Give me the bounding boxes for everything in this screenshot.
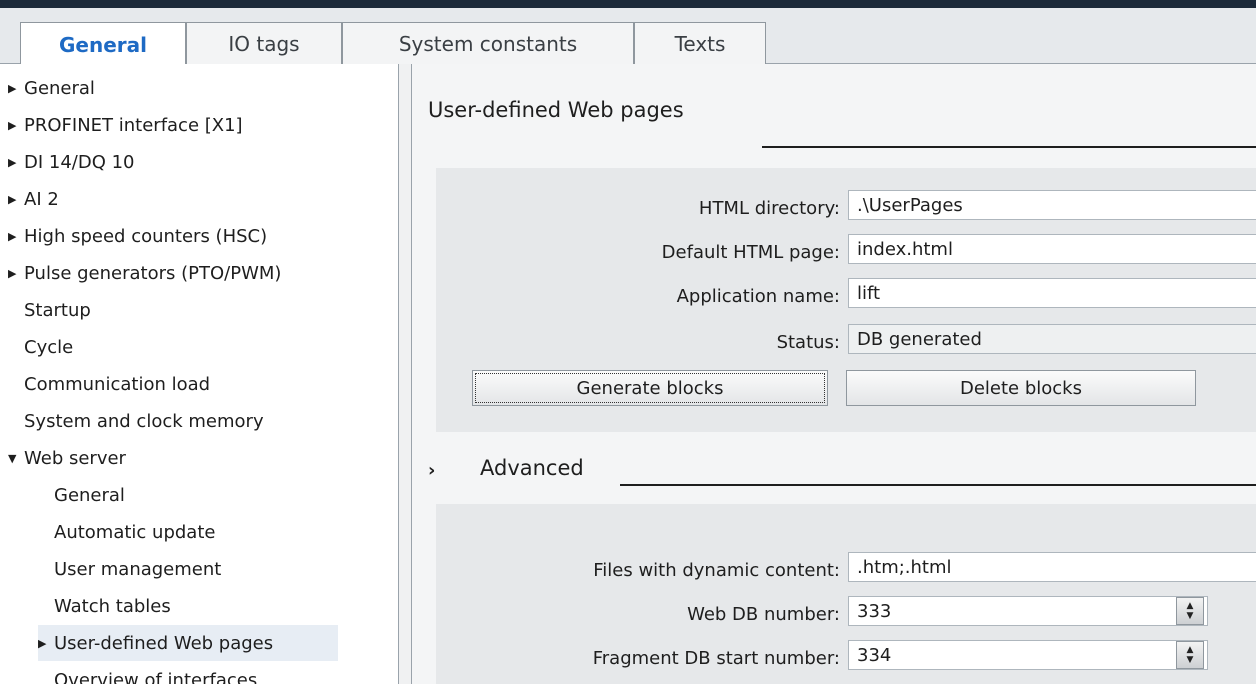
nav-item-label: User-defined Web pages [54,632,274,654]
nav-item-watch-tables[interactable]: Watch tables [54,588,171,624]
section-title-advanced[interactable]: Advanced [480,456,584,480]
fragment-db-field[interactable]: 334 [848,640,1208,670]
window-top-bar [0,0,1256,8]
nav-item-web-general[interactable]: General [54,477,125,513]
section-title-user-pages: User-defined Web pages [428,98,684,122]
collapsed-arrow-icon[interactable]: ▶ [8,156,24,169]
default-page-label: Default HTML page: [661,242,840,263]
html-directory-label: HTML directory: [698,198,840,219]
spin-down-icon[interactable]: ▼ [1187,611,1194,621]
app-name-field[interactable]: lift [848,278,1256,308]
nav-item-user-management[interactable]: User management [54,551,221,587]
collapsed-arrow-icon[interactable]: ▶ [8,267,24,280]
collapsed-arrow-icon[interactable]: ▶ [8,193,24,206]
status-label: Status: [776,332,840,353]
spin-down-icon[interactable]: ▼ [1187,655,1194,665]
nav-item-label: High speed counters (HSC) [24,225,268,247]
collapsed-arrow-icon[interactable]: ▶ [8,82,24,95]
section-rule [762,146,1256,148]
tab-general[interactable]: General [20,22,186,66]
nav-item-ai[interactable]: ▶ AI 2 [8,181,59,217]
status-field: DB generated [848,324,1256,354]
nav-tree: ▶ General ▶ PROFINET interface [X1] ▶ DI… [0,64,398,684]
nav-item-label: General [24,77,95,99]
nav-item-label: Pulse generators (PTO/PWM) [24,262,282,284]
nav-item-label: PROFINET interface [X1] [24,114,243,136]
nav-item-automatic-update[interactable]: Automatic update [54,514,215,550]
web-db-label: Web DB number: [687,604,840,625]
nav-item-label: AI 2 [24,188,59,210]
collapsed-arrow-icon[interactable]: ▶ [8,119,24,132]
html-directory-field[interactable]: .\UserPages [848,190,1256,220]
nav-item-label: DI 14/DQ 10 [24,151,135,173]
dynamic-content-label: Files with dynamic content: [593,560,840,581]
advanced-chevron-icon[interactable]: › [428,460,435,481]
dynamic-content-field[interactable]: .htm;.html [848,552,1256,582]
section-rule [620,484,1256,486]
properties-content: User-defined Web pages HTML directory: .… [412,64,1256,684]
nav-item-communication-load[interactable]: Communication load [24,366,210,402]
nav-item-label: Web server [24,447,126,469]
nav-item-di-dq[interactable]: ▶ DI 14/DQ 10 [8,144,135,180]
tab-strip: General IO tags System constants Texts [0,8,1256,66]
nav-item-system-clock-memory[interactable]: System and clock memory [24,403,264,439]
nav-item-general[interactable]: ▶ General [8,70,95,106]
advanced-group: Files with dynamic content: .htm;.html W… [436,504,1256,684]
nav-item-user-defined-pages[interactable]: ▶ User-defined Web pages [38,625,338,661]
spin-up-icon[interactable]: ▲ [1187,645,1194,655]
nav-item-overview-interfaces[interactable]: Overview of interfaces [54,662,257,684]
nav-item-hsc[interactable]: ▶ High speed counters (HSC) [8,218,267,254]
fragment-db-label: Fragment DB start number: [592,648,840,669]
tab-texts[interactable]: Texts [634,22,766,65]
generate-blocks-button[interactable]: Generate blocks [472,370,828,406]
collapsed-arrow-icon[interactable]: ▶ [8,230,24,243]
nav-item-web-server[interactable]: ▼ Web server [8,440,126,476]
delete-blocks-button[interactable]: Delete blocks [846,370,1196,406]
web-db-spinner[interactable]: ▲ ▼ [1176,597,1204,625]
nav-item-profinet[interactable]: ▶ PROFINET interface [X1] [8,107,243,143]
expanded-arrow-icon[interactable]: ▼ [8,452,24,465]
tab-system-constants[interactable]: System constants [342,22,634,65]
web-db-field[interactable]: 333 [848,596,1208,626]
nav-item-pulse-generators[interactable]: ▶ Pulse generators (PTO/PWM) [8,255,281,291]
panel-splitter[interactable] [398,64,412,684]
tab-io-tags[interactable]: IO tags [186,22,342,65]
spin-up-icon[interactable]: ▲ [1187,601,1194,611]
fragment-db-spinner[interactable]: ▲ ▼ [1176,641,1204,669]
nav-item-startup[interactable]: Startup [24,292,91,328]
user-pages-group: HTML directory: .\UserPages Default HTML… [436,168,1256,432]
nav-item-cycle[interactable]: Cycle [24,329,73,365]
app-name-label: Application name: [676,286,840,307]
default-page-field[interactable]: index.html [848,234,1256,264]
collapsed-arrow-icon[interactable]: ▶ [38,637,54,650]
